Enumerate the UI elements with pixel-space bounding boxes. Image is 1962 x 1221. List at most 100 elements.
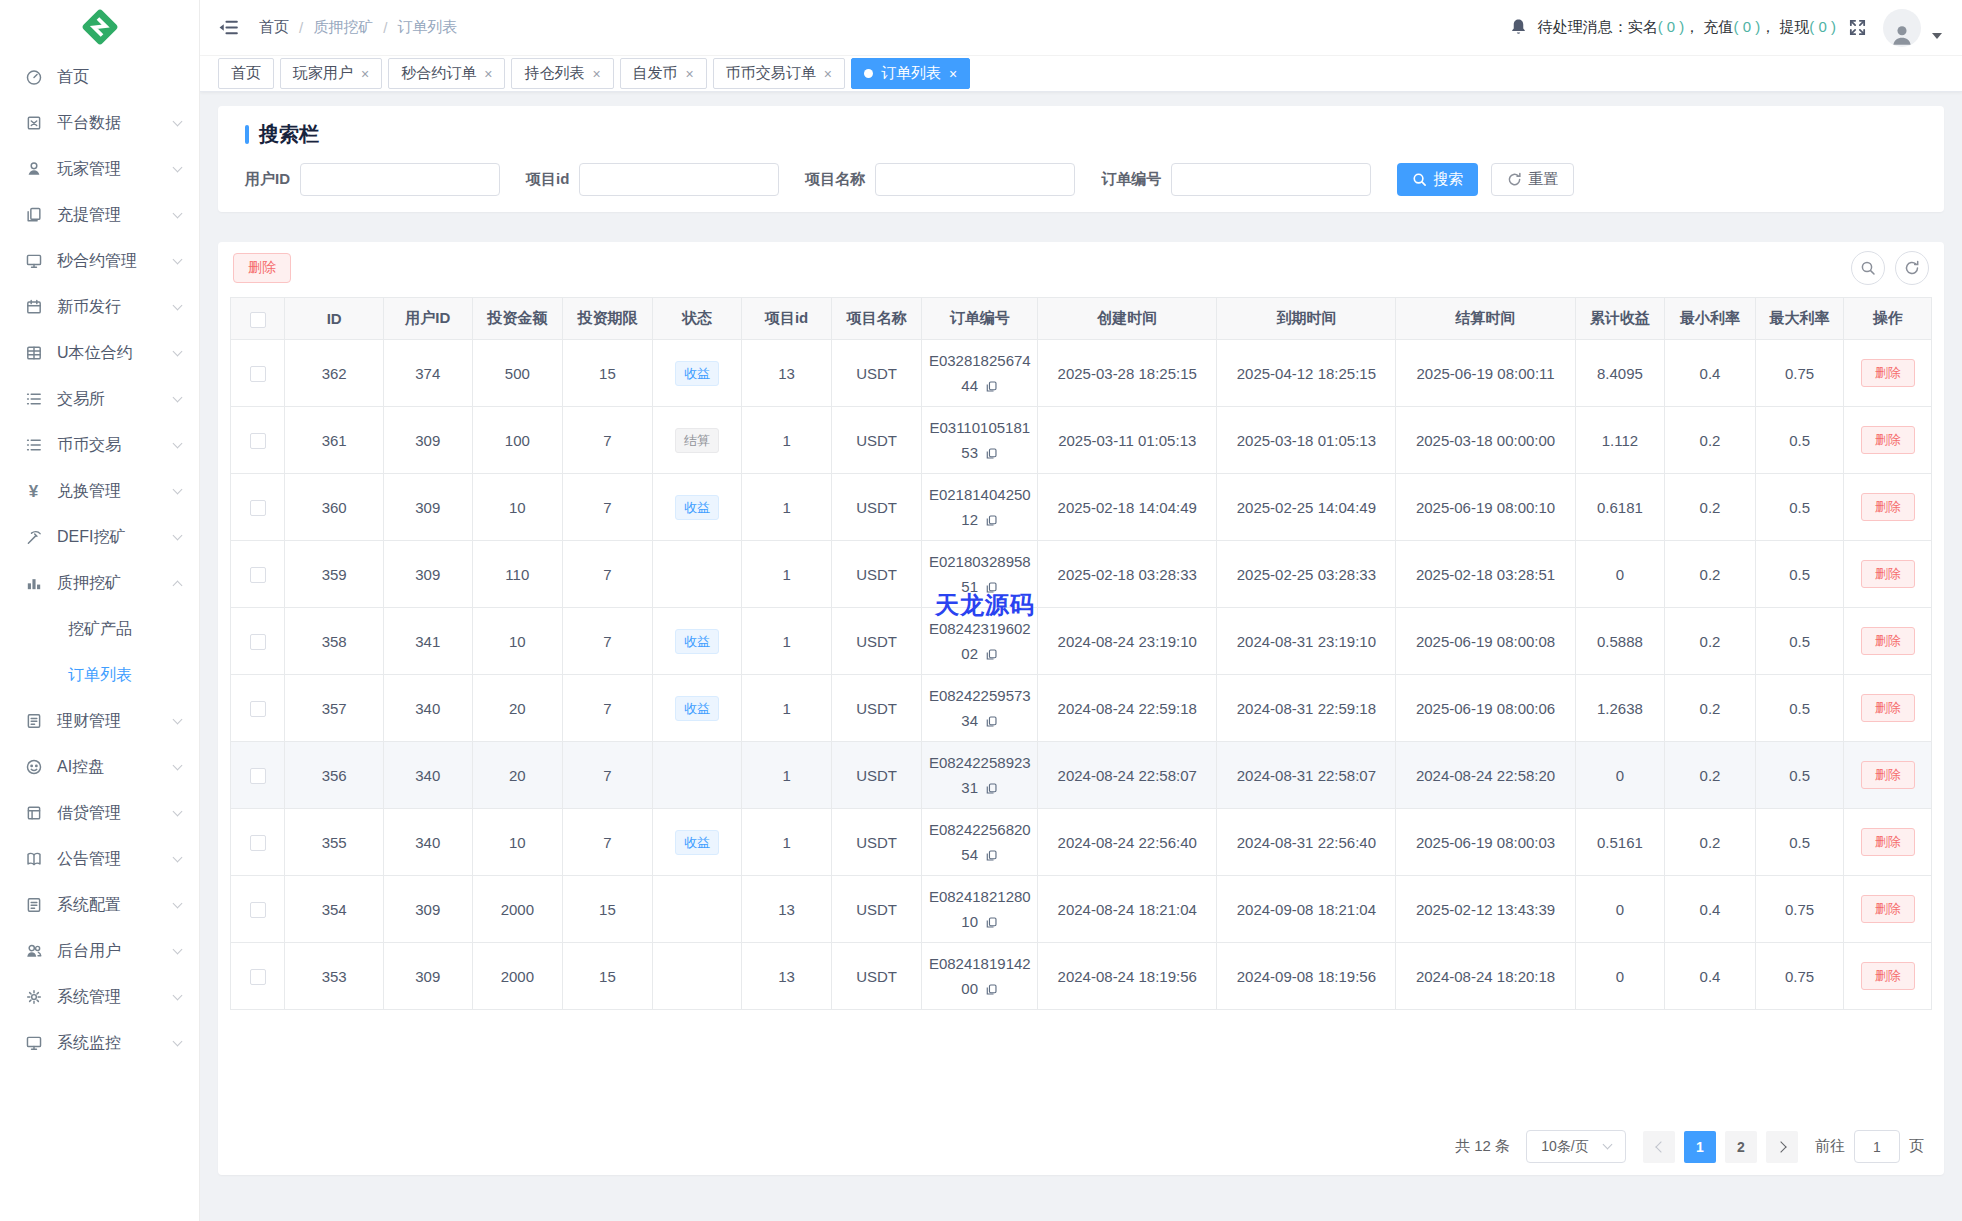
row-delete-button[interactable]: 删除 (1861, 359, 1915, 387)
tab-持仓列表[interactable]: 持仓列表× (511, 58, 613, 89)
copy-icon[interactable] (985, 782, 998, 795)
row-delete-button[interactable]: 删除 (1861, 962, 1915, 990)
order-no-input[interactable] (1171, 163, 1371, 196)
close-icon[interactable]: × (361, 67, 369, 81)
sidebar-subitem-mining-products[interactable]: 挖矿产品 (0, 606, 199, 652)
data-icon (24, 114, 43, 133)
sidebar-item-swap-mgmt[interactable]: ¥兑换管理 (0, 468, 199, 514)
sidebar-subitem-order-list[interactable]: 订单列表 (0, 652, 199, 698)
row-checkbox[interactable] (250, 500, 266, 516)
close-icon[interactable]: × (484, 67, 492, 81)
page-size-select[interactable]: 10条/页 (1526, 1130, 1626, 1163)
row-delete-button[interactable]: 删除 (1861, 560, 1915, 588)
sidebar-item-loan-mgmt[interactable]: 借贷管理 (0, 790, 199, 836)
row-delete-button[interactable]: 删除 (1861, 895, 1915, 923)
sidebar-item-new-coin[interactable]: 新币发行 (0, 284, 199, 330)
sidebar-item-coin-trade[interactable]: 币币交易 (0, 422, 199, 468)
sidebar-item-player-mgmt[interactable]: 玩家管理 (0, 146, 199, 192)
sidebar-item-defi-mining[interactable]: DEFI挖矿 (0, 514, 199, 560)
tab-首页[interactable]: 首页 (218, 58, 274, 89)
cell-profit: 1.112 (1575, 407, 1665, 474)
tab-秒合约订单[interactable]: 秒合约订单× (388, 58, 505, 89)
search-button[interactable]: 搜索 (1397, 163, 1478, 196)
sidebar-item-home[interactable]: 首页 (0, 54, 199, 100)
sidebar-item-notice-mgmt[interactable]: 公告管理 (0, 836, 199, 882)
copy-icon[interactable] (985, 849, 998, 862)
close-icon[interactable]: × (686, 67, 694, 81)
sidebar-item-admin-users[interactable]: 后台用户 (0, 928, 199, 974)
copy-icon[interactable] (985, 514, 998, 527)
page-button-2[interactable]: 2 (1725, 1131, 1757, 1163)
row-delete-button[interactable]: 删除 (1861, 694, 1915, 722)
tab-订单列表[interactable]: 订单列表× (851, 58, 970, 89)
project-id-input[interactable] (579, 163, 779, 196)
user-id-input[interactable] (300, 163, 500, 196)
sidebar-item-system-config[interactable]: 系统配置 (0, 882, 199, 928)
tab-币币交易订单[interactable]: 币币交易订单× (713, 58, 845, 89)
copy-icon[interactable] (985, 715, 998, 728)
reset-button[interactable]: 重置 (1491, 163, 1574, 196)
copy-icon[interactable] (985, 447, 998, 460)
row-checkbox[interactable] (250, 433, 266, 449)
sidebar-item-staking-mining[interactable]: 质押挖矿 (0, 560, 199, 606)
sidebar-item-u-contract[interactable]: U本位合约 (0, 330, 199, 376)
close-icon[interactable]: × (592, 67, 600, 81)
prev-page-button[interactable] (1643, 1131, 1675, 1163)
project-name-input[interactable] (875, 163, 1075, 196)
row-checkbox[interactable] (250, 701, 266, 717)
page-button-1[interactable]: 1 (1684, 1131, 1716, 1163)
copy-icon[interactable] (985, 380, 998, 393)
refresh-table-icon[interactable] (1895, 251, 1929, 285)
grid-icon (24, 344, 43, 363)
column-header: 最小利率 (1665, 298, 1756, 340)
sidebar-item-seconds-contract[interactable]: 秒合约管理 (0, 238, 199, 284)
tab-自发币[interactable]: 自发币× (620, 58, 707, 89)
copy-icon[interactable] (985, 648, 998, 661)
copy-icon[interactable] (985, 983, 998, 996)
collapse-menu-icon[interactable] (218, 17, 239, 38)
select-all-checkbox[interactable] (250, 312, 266, 328)
bell-icon[interactable] (1509, 18, 1528, 37)
sidebar-item-finance-mgmt[interactable]: 理财管理 (0, 698, 199, 744)
sidebar-item-ai-control[interactable]: AI控盘 (0, 744, 199, 790)
goto-label: 前往 (1815, 1137, 1845, 1156)
avatar-caret-icon[interactable] (1932, 33, 1942, 39)
row-checkbox[interactable] (250, 969, 266, 985)
next-page-button[interactable] (1766, 1131, 1798, 1163)
copy-icon[interactable] (985, 916, 998, 929)
row-checkbox[interactable] (250, 567, 266, 583)
sidebar-item-system-mgmt[interactable]: 系统管理 (0, 974, 199, 1020)
row-delete-button[interactable]: 删除 (1861, 493, 1915, 521)
row-delete-button[interactable]: 删除 (1861, 627, 1915, 655)
row-delete-button[interactable]: 删除 (1861, 828, 1915, 856)
bulk-delete-button[interactable]: 删除 (233, 253, 291, 283)
sidebar-item-exchange[interactable]: 交易所 (0, 376, 199, 422)
cell-status: 收益 (652, 340, 742, 407)
close-icon[interactable]: × (949, 67, 957, 81)
row-delete-button[interactable]: 删除 (1861, 761, 1915, 789)
sidebar-item-platform-data[interactable]: 平台数据 (0, 100, 199, 146)
breadcrumb-item[interactable]: 首页 (259, 18, 289, 37)
breadcrumb-item[interactable]: 质押挖矿 (313, 18, 373, 37)
row-checkbox[interactable] (250, 835, 266, 851)
pending-item-2[interactable]: 提现( 0 ) (1779, 18, 1836, 35)
avatar[interactable] (1883, 9, 1921, 47)
goto-page-input[interactable]: 1 (1854, 1130, 1900, 1163)
sidebar-item-deposit-withdraw[interactable]: 充提管理 (0, 192, 199, 238)
row-checkbox[interactable] (250, 634, 266, 650)
pending-item-0[interactable]: 实名( 0 ) (1628, 18, 1685, 35)
pending-item-1[interactable]: 充值( 0 ) (1703, 18, 1760, 35)
row-delete-button[interactable]: 删除 (1861, 426, 1915, 454)
row-checkbox[interactable] (250, 366, 266, 382)
close-icon[interactable]: × (824, 67, 832, 81)
tab-玩家用户[interactable]: 玩家用户× (280, 58, 382, 89)
user-icon (24, 160, 43, 179)
cell-expire-at: 2024-09-08 18:21:04 (1217, 876, 1396, 943)
sidebar-item-system-monitor[interactable]: 系统监控 (0, 1020, 199, 1066)
cell-period: 15 (563, 340, 653, 407)
toggle-search-icon[interactable] (1851, 251, 1885, 285)
row-checkbox[interactable] (250, 902, 266, 918)
fullscreen-icon[interactable] (1848, 18, 1867, 37)
chevron-down-icon (173, 484, 183, 494)
row-checkbox[interactable] (250, 768, 266, 784)
